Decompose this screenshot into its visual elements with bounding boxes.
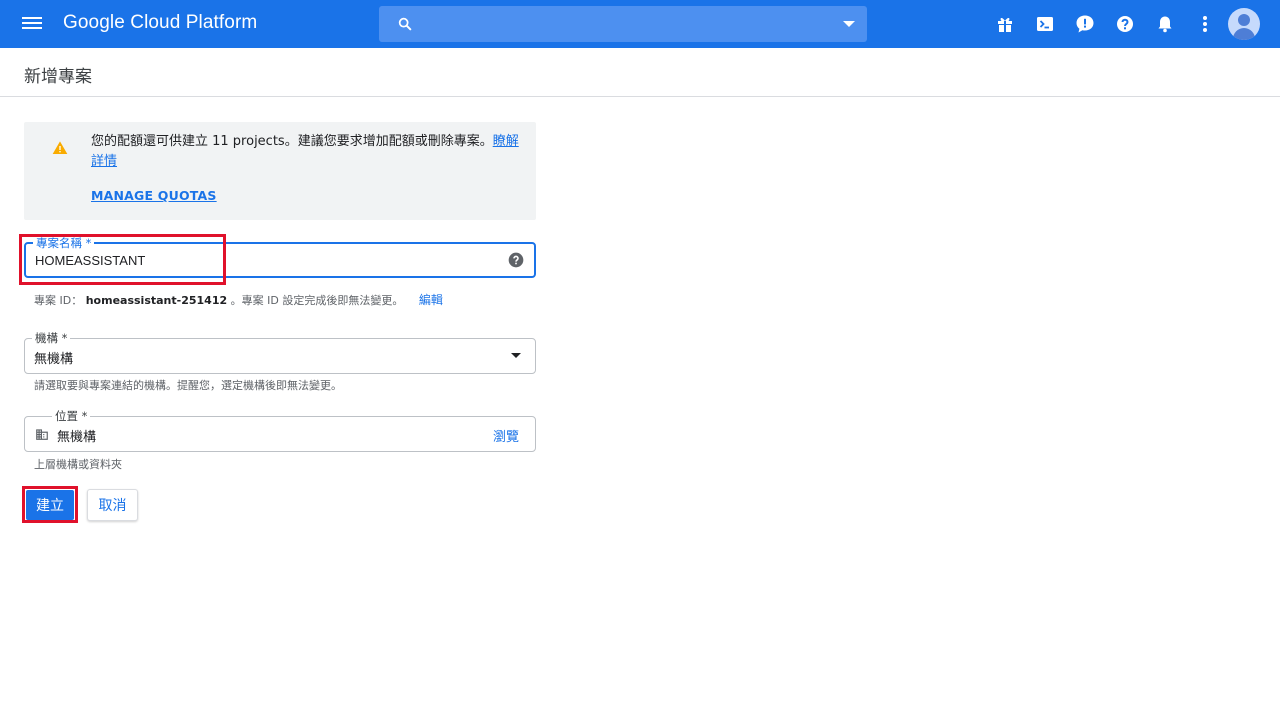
browse-button[interactable]: 瀏覽 <box>493 426 519 445</box>
dropdown-arrow-icon[interactable] <box>511 353 521 358</box>
organization-value: 無機構 <box>34 352 74 367</box>
create-button[interactable]: 建立 <box>26 490 74 520</box>
menu-icon[interactable] <box>20 14 44 34</box>
warning-text: 您的配額還可供建立 11 projects。建議您要求增加配額或刪除專案。 <box>91 134 493 149</box>
location-label: 位置 * <box>52 408 91 424</box>
search-icon <box>398 17 412 31</box>
project-name-field[interactable]: 專案名稱 * <box>24 235 536 278</box>
location-helper: 上層機構或資料夾 <box>34 458 122 471</box>
project-id-prefix: 專案 ID： <box>34 294 83 307</box>
gift-icon[interactable] <box>993 12 1017 36</box>
cancel-button[interactable]: 取消 <box>87 489 138 521</box>
top-app-bar: Google Cloud Platform <box>0 0 1280 48</box>
more-vert-icon[interactable] <box>1193 12 1217 36</box>
help-circle-icon[interactable] <box>508 252 524 268</box>
edit-project-id-link[interactable]: 編輯 <box>419 293 443 307</box>
project-name-input[interactable] <box>35 251 495 269</box>
project-id-helper: 專案 ID： homeassistant-251412 。專案 ID 設定完成後… <box>34 291 443 308</box>
organization-label: 機構 * <box>32 330 71 346</box>
notifications-icon[interactable] <box>1153 12 1177 36</box>
project-name-label: 專案名稱 * <box>33 235 95 251</box>
app-brand[interactable]: Google Cloud Platform <box>63 12 257 34</box>
cloud-shell-icon[interactable] <box>1033 12 1057 36</box>
header-divider <box>0 96 1280 97</box>
search-bar[interactable] <box>379 6 867 42</box>
avatar-body <box>1233 28 1255 40</box>
avatar-head <box>1238 14 1250 26</box>
organization-helper: 請選取要與專案連結的機構。提醒您，選定機構後即無法變更。 <box>34 379 342 392</box>
project-id-note: 。專案 ID 設定完成後即無法變更。 <box>230 294 404 307</box>
organization-select[interactable]: 機構 * 無機構 <box>24 330 536 374</box>
search-dropdown-icon[interactable] <box>843 21 855 27</box>
warning-icon <box>52 141 68 154</box>
search-input[interactable] <box>427 14 827 34</box>
manage-quotas-link[interactable]: MANAGE QUOTAS <box>91 188 217 203</box>
feedback-icon[interactable] <box>1073 12 1097 36</box>
account-avatar[interactable] <box>1228 8 1260 40</box>
page-title: 新增專案 <box>24 67 92 87</box>
help-icon[interactable] <box>1113 12 1137 36</box>
location-value: 無機構 <box>57 430 97 445</box>
location-field[interactable]: 位置 * 無機構 瀏覽 <box>24 408 536 452</box>
warning-message: 您的配額還可供建立 11 projects。建議您要求增加配額或刪除專案。瞭解詳… <box>91 132 523 172</box>
quota-warning: 您的配額還可供建立 11 projects。建議您要求增加配額或刪除專案。瞭解詳… <box>24 122 536 220</box>
organization-icon <box>36 429 48 440</box>
project-id-value: homeassistant-251412 <box>85 294 228 307</box>
